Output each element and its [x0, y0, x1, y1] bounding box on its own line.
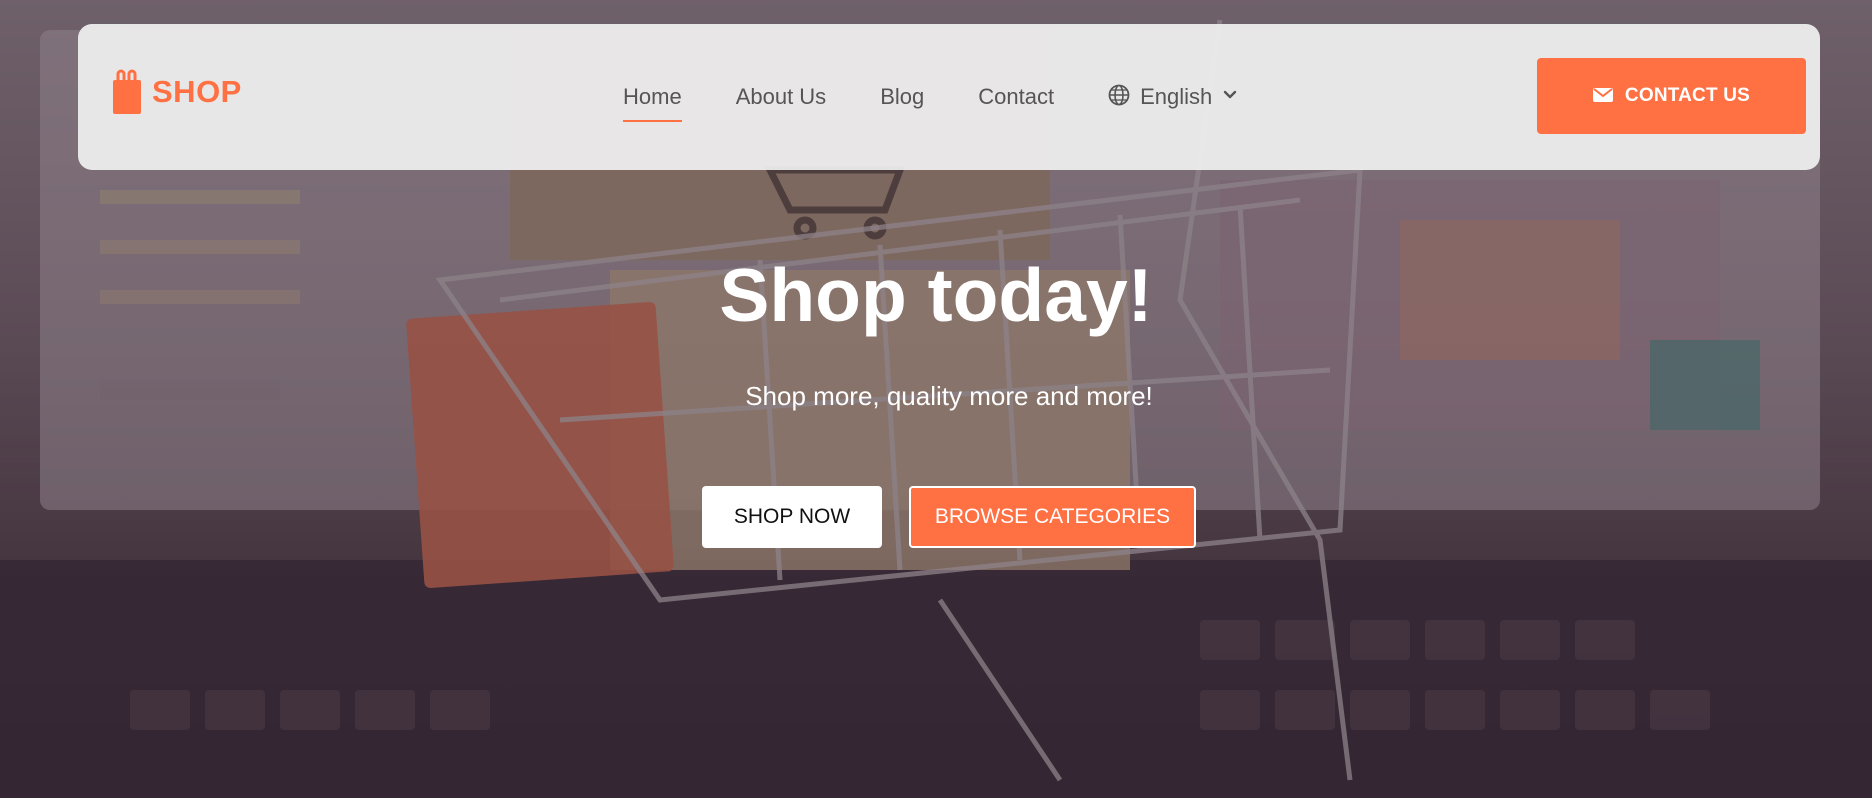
language-selector[interactable]: English — [1108, 84, 1238, 111]
nav-item-about-us[interactable]: About Us — [736, 76, 827, 118]
site-header: SHOP Home About Us Blog Contact English — [78, 24, 1820, 170]
hero-title: Shop today! — [719, 253, 1153, 337]
contact-us-label: CONTACT US — [1624, 85, 1751, 106]
site-logo[interactable]: SHOP — [112, 68, 242, 116]
main-nav: Home About Us Blog Contact English — [623, 24, 1238, 170]
hero-cta-group: SHOP NOW BROWSE CATEGORIES — [702, 486, 1196, 548]
language-label: English — [1140, 84, 1213, 109]
nav-item-blog[interactable]: Blog — [880, 76, 924, 118]
shop-now-button[interactable]: SHOP NOW — [702, 486, 882, 548]
hero-subtitle: Shop more, quality more and more! — [745, 381, 1153, 411]
browse-categories-button[interactable]: BROWSE CATEGORIES — [909, 486, 1196, 548]
logo-text: SHOP — [152, 74, 242, 109]
globe-icon — [1108, 84, 1130, 111]
contact-us-button[interactable]: CONTACT US — [1537, 58, 1806, 134]
shopping-bag-icon — [112, 68, 142, 116]
chevron-down-icon — [1222, 88, 1238, 106]
envelope-icon — [1592, 87, 1613, 106]
nav-item-contact[interactable]: Contact — [978, 76, 1054, 118]
nav-item-home[interactable]: Home — [623, 76, 682, 122]
